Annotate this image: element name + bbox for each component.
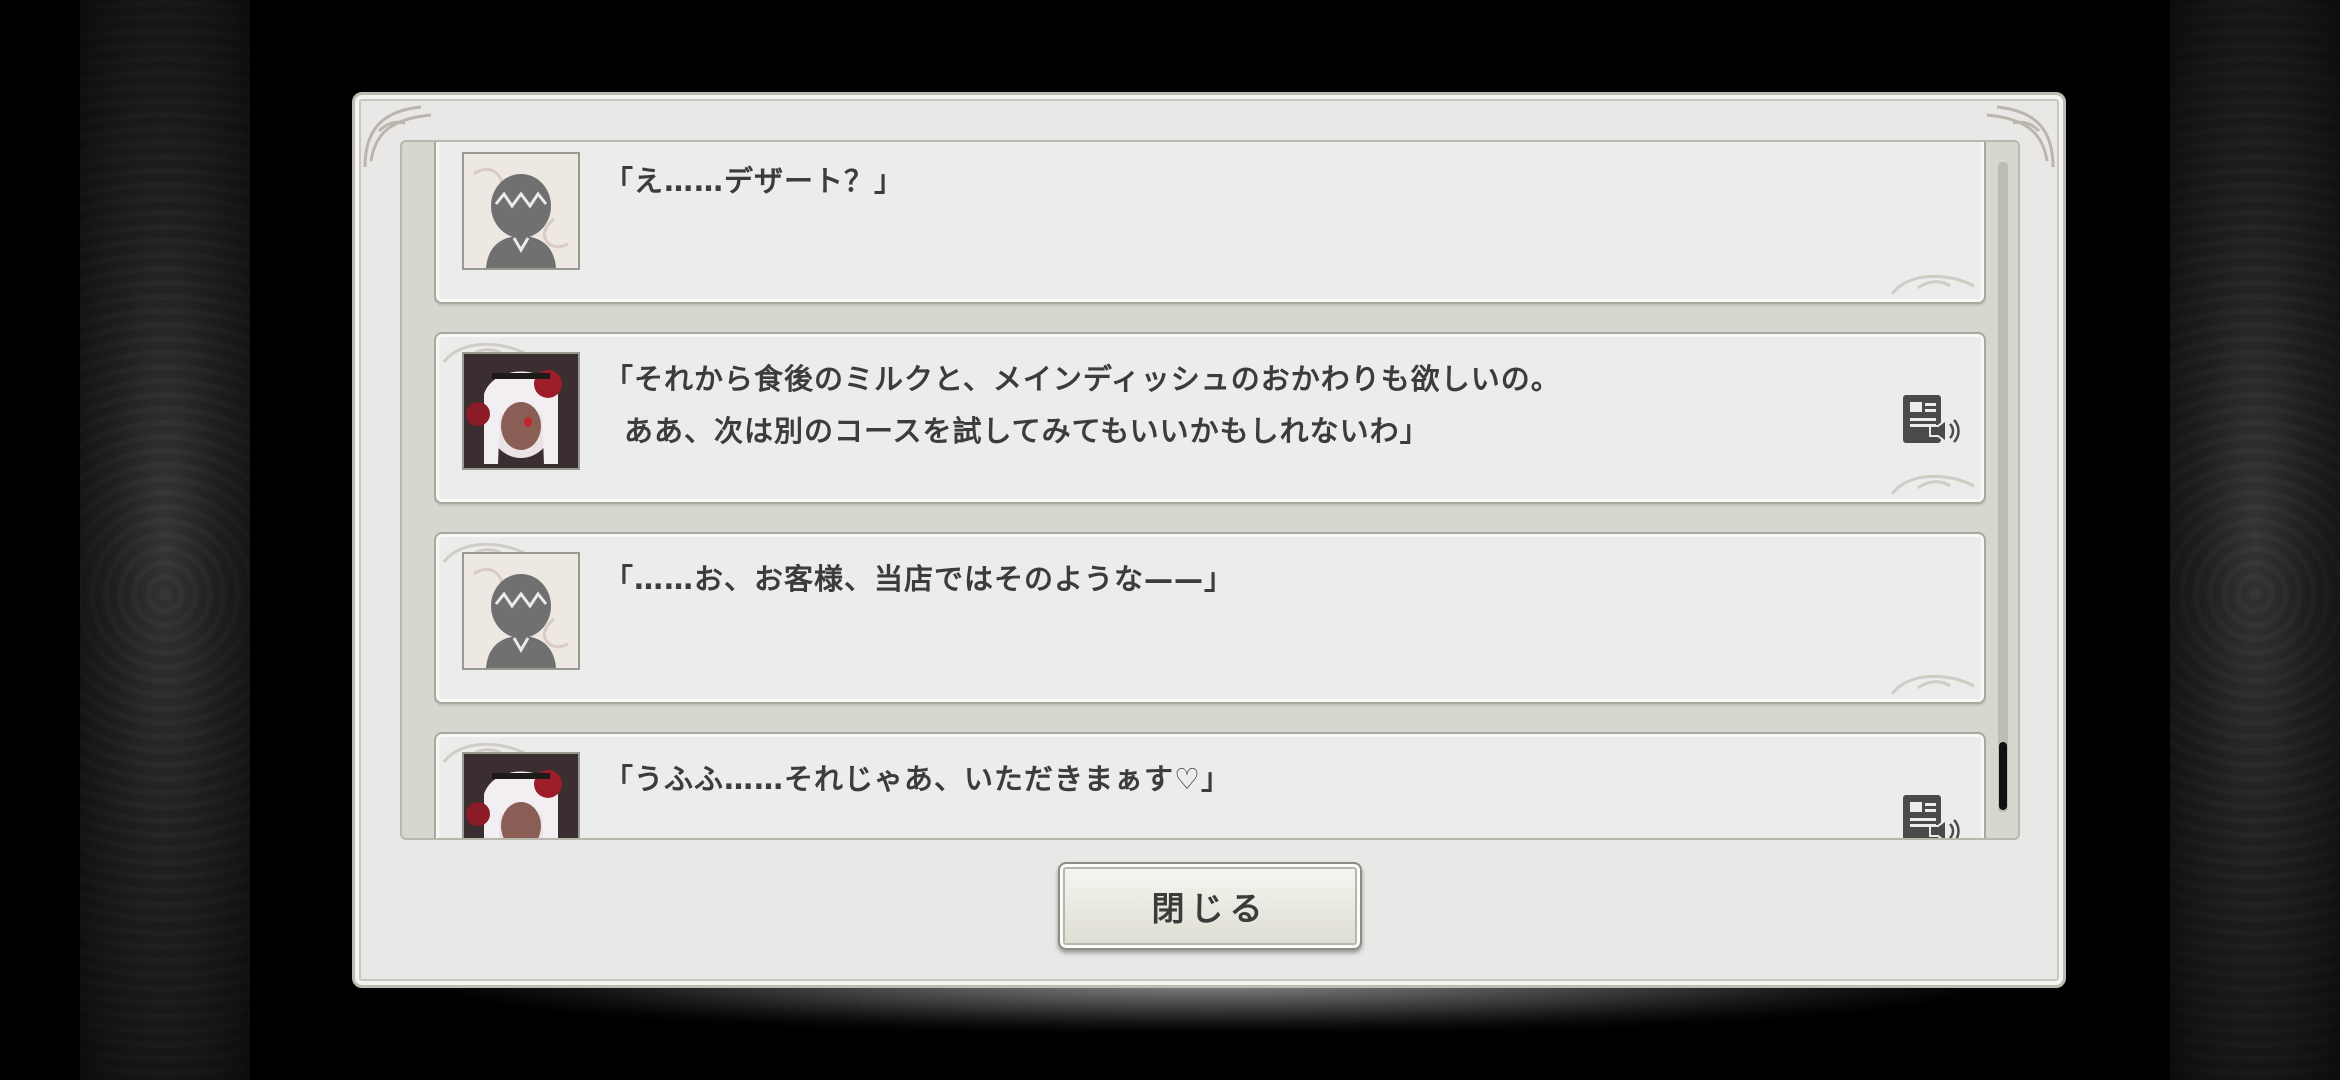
background-right-panel (2170, 0, 2340, 1080)
maid-avatar-icon (464, 354, 578, 468)
maid-portrait (462, 752, 580, 838)
background-left-panel (80, 0, 250, 1080)
backlog-list[interactable]: 「え……デザート？」 「それから食後のミルクと、メインディッシュのおかわりも欲し… (400, 140, 2020, 840)
silhouette-avatar-icon (473, 567, 569, 668)
log-entry: 「それから食後のミルクと、メインディッシュのおかわりも欲しいの。 ああ、次は別の… (434, 332, 1986, 504)
flourish-icon (1890, 474, 1975, 495)
silhouette-portrait (462, 552, 580, 670)
scrollbar-track[interactable] (1998, 162, 2008, 812)
background-shadow-left (250, 0, 280, 1080)
flourish-icon (1890, 674, 1975, 695)
log-entry: 「……お、お客様、当店ではそのような——」 (434, 532, 1986, 704)
close-button[interactable]: 閉じる (1058, 862, 1362, 950)
silhouette-portrait (462, 152, 580, 270)
flourish-icon (1890, 274, 1975, 295)
log-entry: 「うふふ……それじゃあ、いただきまぁす♡」 (434, 732, 1986, 840)
voice-replay-icon[interactable] (1900, 392, 1960, 448)
maid-portrait (462, 352, 580, 470)
log-entry: 「え……デザート？」 (434, 142, 1986, 304)
voice-replay-icon[interactable] (1900, 792, 1960, 840)
scrollbar-thumb[interactable] (1999, 742, 2007, 810)
maid-avatar-icon (464, 754, 578, 838)
silhouette-avatar-icon (473, 167, 569, 268)
dialogue-line: 「え……デザート？」 (604, 164, 905, 198)
dialogue-line: ああ、次は別のコースを試してみてもいいかもしれないわ」 (624, 414, 1430, 448)
dialogue-line: 「それから食後のミルクと、メインディッシュのおかわりも欲しいの。 (604, 362, 1561, 396)
background-shadow-right (2140, 0, 2170, 1080)
dialogue-line: 「……お、お客様、当店ではそのような——」 (604, 562, 1235, 596)
dialogue-line: 「うふふ……それじゃあ、いただきまぁす♡」 (604, 762, 1231, 796)
